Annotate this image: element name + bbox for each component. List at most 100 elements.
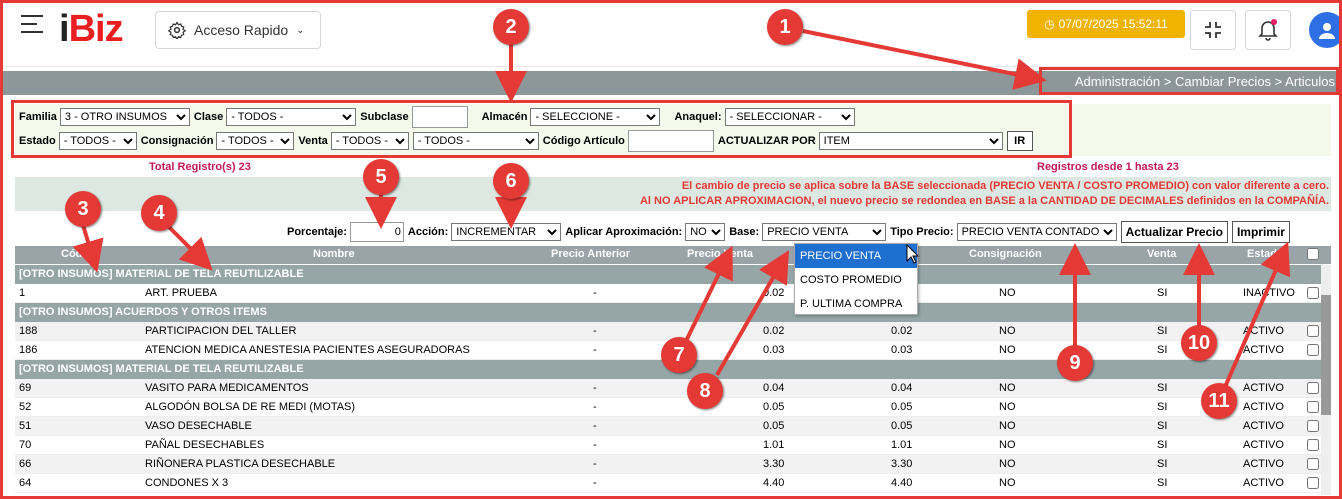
cell-cons: NO	[999, 458, 1016, 470]
callout-1: 1	[767, 9, 803, 45]
row-checkbox[interactable]	[1307, 401, 1319, 413]
table-row: 69 VASITO PARA MEDICAMENTOS - 0.04 0.04 NO SI A…	[15, 379, 1321, 398]
menu-icon[interactable]	[21, 15, 43, 33]
update-price-button[interactable]: Actualizar Precio	[1120, 221, 1228, 243]
cell-new: 0.04	[891, 382, 913, 394]
cell-code: 1	[19, 287, 26, 299]
fullscreen-exit-button[interactable]	[1190, 10, 1236, 50]
row-checkbox[interactable]	[1307, 344, 1319, 356]
cell-cons: NO	[999, 420, 1016, 432]
callout-10: 10	[1181, 325, 1217, 361]
mouse-cursor-icon	[906, 244, 920, 264]
cell-estado: ACTIVO	[1243, 439, 1284, 451]
table-row: 66 RIÑONERA PLASTICA DESECHABLE - 3.30 3.30 N…	[15, 455, 1321, 474]
cell-venta: SI	[1157, 382, 1168, 394]
scrollbar-thumb[interactable]	[1321, 295, 1331, 415]
accion-label: Acción:	[407, 226, 449, 238]
cell-prev: -	[593, 439, 597, 451]
cell-new: 0.03	[891, 344, 913, 356]
table-row: 1 ART. PRUEBA - 0.02 NO SI INACTIVO	[15, 284, 1321, 303]
callout-box-2	[11, 100, 1072, 158]
col-codigo: Código	[61, 248, 99, 260]
gear-icon	[168, 21, 186, 39]
datetime-badge[interactable]: ◷ 07/07/2025 15:52:11	[1027, 10, 1185, 38]
notice-line-2: Al NO APLICAR APROXIMACION, el nuevo pre…	[639, 195, 1329, 207]
cell-estado: INACTIVO	[1243, 287, 1295, 299]
row-checkbox[interactable]	[1307, 439, 1319, 451]
aprox-select[interactable]: NO	[685, 223, 726, 241]
group-header: [OTRO INSUMOS] MATERIAL DE TELA REUTILIZ…	[15, 265, 1321, 284]
cell-cons: NO	[999, 287, 1016, 299]
row-checkbox[interactable]	[1307, 287, 1319, 299]
cell-prev: -	[593, 287, 597, 299]
cell-name: ALGODÓN BOLSA DE RE MEDI (MOTAS)	[145, 401, 356, 413]
col-precio-venta: Precio Venta	[687, 248, 754, 260]
callout-11: 11	[1201, 383, 1237, 419]
cell-cons: NO	[999, 325, 1016, 337]
cell-venta: SI	[1157, 401, 1168, 413]
cell-price: 0.05	[763, 401, 785, 413]
print-button[interactable]: Imprimir	[1231, 221, 1290, 243]
select-all-checkbox[interactable]	[1307, 248, 1319, 260]
cell-price: 0.05	[763, 420, 785, 432]
base-select[interactable]: PRECIO VENTA	[762, 223, 887, 241]
cell-price: 0.02	[763, 287, 785, 299]
cell-new: 3.30	[891, 458, 913, 470]
base-dropdown: PRECIO VENTA COSTO PROMEDIO P. ULTIMA CO…	[794, 243, 918, 315]
user-avatar[interactable]	[1309, 12, 1339, 48]
cell-venta: SI	[1157, 439, 1168, 451]
cell-code: 188	[19, 325, 38, 337]
cell-price: 0.04	[763, 382, 785, 394]
cell-name: VASO DESECHABLE	[145, 420, 252, 432]
cell-name: ATENCION MEDICA ANESTESIA PACIENTES ASEG…	[145, 344, 470, 356]
cell-code: 66	[19, 458, 32, 470]
cell-name: CONDONES X 3	[145, 477, 229, 489]
cell-cons: NO	[999, 401, 1016, 413]
cell-prev: -	[593, 344, 597, 356]
porcentaje-input[interactable]	[349, 222, 404, 242]
base-option-costo-promedio[interactable]: COSTO PROMEDIO	[795, 268, 917, 292]
total-records: Total Registro(s) 23	[149, 161, 251, 173]
callout-7: 7	[661, 337, 697, 373]
cell-cons: NO	[999, 477, 1016, 489]
table-body: [OTRO INSUMOS] MATERIAL DE TELA REUTILIZ…	[15, 265, 1321, 493]
cell-venta: SI	[1157, 477, 1168, 489]
row-checkbox[interactable]	[1307, 458, 1319, 470]
row-checkbox[interactable]	[1307, 325, 1319, 337]
notifications-button[interactable]	[1245, 10, 1291, 50]
cell-venta: SI	[1157, 420, 1168, 432]
row-checkbox[interactable]	[1307, 477, 1319, 489]
col-precio-anterior: Precio Anterior	[551, 248, 631, 260]
cell-code: 69	[19, 382, 32, 394]
tipo-precio-select[interactable]: PRECIO VENTA CONTADO	[956, 223, 1117, 241]
base-option-ultima-compra[interactable]: P. ULTIMA COMPRA	[795, 292, 917, 316]
cell-venta: SI	[1157, 325, 1168, 337]
row-checkbox[interactable]	[1307, 382, 1319, 394]
cell-price: 0.02	[763, 325, 785, 337]
cell-venta: SI	[1157, 458, 1168, 470]
bell-icon	[1258, 19, 1278, 41]
cell-new: 4.40	[891, 477, 913, 489]
table-row: 51 VASO DESECHABLE - 0.05 0.05 NO SI ACTIVO	[15, 417, 1321, 436]
callout-9: 9	[1057, 345, 1093, 381]
cell-estado: ACTIVO	[1243, 477, 1284, 489]
accion-select[interactable]: INCREMENTAR	[451, 223, 562, 241]
table-row: 70 PAÑAL DESECHABLES - 1.01 1.01 NO SI ACTIVO	[15, 436, 1321, 455]
quick-access-label: Acceso Rapido	[194, 22, 289, 38]
cell-code: 186	[19, 344, 38, 356]
base-option-precio-venta[interactable]: PRECIO VENTA	[795, 244, 917, 268]
cell-name: ART. PRUEBA	[145, 287, 217, 299]
tipo-precio-label: Tipo Precio:	[890, 226, 954, 238]
cell-venta: SI	[1157, 344, 1168, 356]
col-nombre: Nombre	[313, 248, 355, 260]
notice-line-1: El cambio de precio se aplica sobre la B…	[681, 180, 1329, 192]
callout-5: 5	[363, 159, 399, 195]
notice-panel: El cambio de precio se aplica sobre la B…	[15, 177, 1331, 211]
callout-box-1	[1039, 67, 1339, 95]
cell-cons: NO	[999, 439, 1016, 451]
cell-code: 52	[19, 401, 32, 413]
scrollbar[interactable]	[1321, 265, 1331, 495]
row-checkbox[interactable]	[1307, 420, 1319, 432]
cell-code: 70	[19, 439, 32, 451]
quick-access-button[interactable]: Acceso Rapido ⌄	[155, 11, 321, 49]
